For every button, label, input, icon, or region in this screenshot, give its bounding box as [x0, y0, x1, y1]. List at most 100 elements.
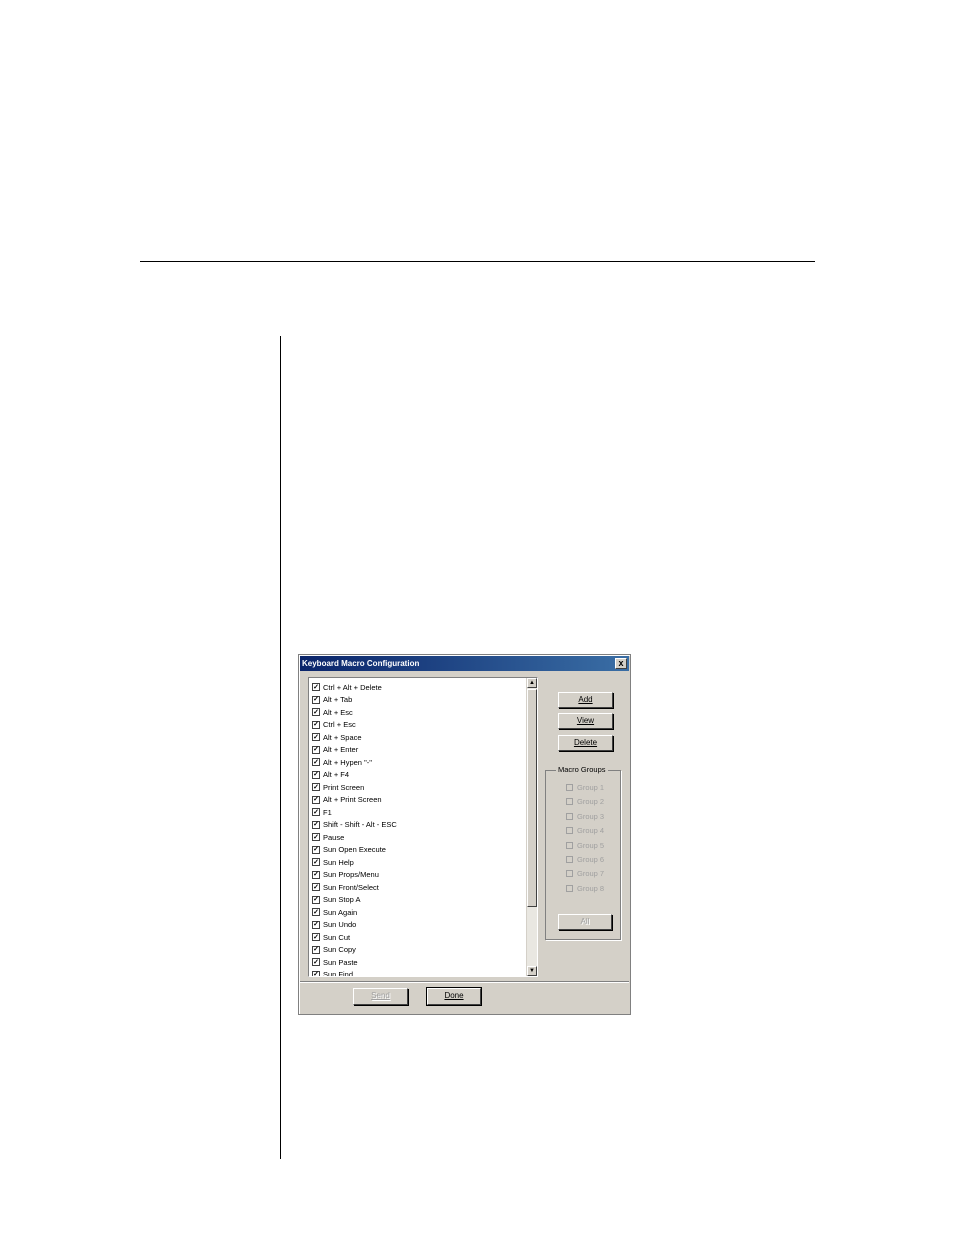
macro-checkbox[interactable]: ✓	[312, 808, 320, 817]
macro-group-item[interactable]: Group 3	[566, 812, 604, 821]
macro-label: Print Screen	[323, 782, 365, 792]
macro-checkbox[interactable]: ✓	[312, 883, 320, 892]
scroll-up-button[interactable]: ▲	[527, 678, 537, 688]
macro-group-checkbox[interactable]	[566, 856, 573, 863]
scroll-down-button[interactable]: ▼	[527, 966, 537, 976]
macro-group-checkbox[interactable]	[566, 841, 573, 849]
macro-list-item[interactable]: ✓ Sun Props/Menu	[312, 869, 523, 882]
macro-group-item[interactable]: Group 1	[566, 783, 604, 792]
macro-checkbox[interactable]: ✓	[312, 920, 320, 929]
macro-label: Sun Again	[323, 907, 358, 917]
macro-checkbox[interactable]: ✓	[312, 870, 320, 879]
macro-group-item[interactable]: Group 4	[566, 826, 604, 835]
macro-label: Sun Undo	[323, 920, 357, 930]
macro-checkbox[interactable]: ✓	[312, 795, 320, 804]
macro-list-item[interactable]: ✓ Sun Front/Select	[312, 881, 523, 894]
dialog-title: Keyboard Macro Configuration	[302, 659, 420, 668]
macro-list-item[interactable]: ✓ Alt + Enter	[312, 744, 523, 757]
macro-list-item[interactable]: ✓ Alt + F4	[312, 769, 523, 782]
macro-group-item[interactable]: Group 8	[566, 884, 604, 893]
macro-checkbox[interactable]: ✓	[312, 858, 320, 867]
macro-checkbox[interactable]: ✓	[312, 708, 320, 717]
macro-list-item[interactable]: ✓ Alt + Print Screen	[312, 794, 523, 807]
macro-list-item[interactable]: ✓ Pause	[312, 831, 523, 844]
macro-list-item[interactable]: ✓ Alt + Hypen "-"	[312, 756, 523, 769]
dialog-titlebar: Keyboard Macro Configuration x	[300, 656, 629, 671]
macro-checkbox[interactable]: ✓	[312, 695, 320, 704]
macro-group-checkbox[interactable]	[566, 884, 573, 892]
macro-checkbox[interactable]: ✓	[312, 933, 320, 942]
macro-list-item[interactable]: ✓ Alt + Esc	[312, 706, 523, 719]
macro-label: Sun Props/Menu	[323, 870, 379, 880]
macro-list-item[interactable]: ✓ Alt + Tab	[312, 694, 523, 707]
macro-group-item[interactable]: Group 5	[566, 841, 604, 850]
macro-list-item[interactable]: ✓ F1	[312, 806, 523, 819]
macro-group-label: Group 5	[577, 840, 605, 850]
macro-group-label: Group 7	[577, 869, 605, 879]
macro-list-item[interactable]: ✓ Ctrl + Esc	[312, 719, 523, 732]
macro-label: Alt + Enter	[323, 745, 359, 755]
macro-group-checkbox[interactable]	[566, 870, 573, 878]
macro-checkbox[interactable]: ✓	[312, 945, 320, 954]
macro-list[interactable]: ✓ Ctrl + Alt + Delete ✓ Alt + Tab ✓ Alt + Esc…	[308, 677, 538, 977]
macro-label: Sun Stop A	[323, 895, 361, 905]
macro-label: Sun Open Execute	[323, 845, 386, 855]
macro-groups-title: Macro Groups	[556, 765, 608, 774]
macro-group-item[interactable]: Group 7	[566, 869, 604, 878]
macro-list-item[interactable]: ✓ Sun Copy	[312, 944, 523, 957]
delete-button[interactable]: Delete	[558, 735, 613, 751]
macro-label: Alt + Hypen "-"	[323, 757, 372, 767]
macro-checkbox[interactable]: ✓	[312, 820, 320, 829]
macro-label: Ctrl + Alt + Delete	[323, 682, 382, 692]
macro-list-item[interactable]: ✓ Sun Undo	[312, 919, 523, 932]
macro-list-item[interactable]: ✓ Shift - Shift - Alt - ESC	[312, 819, 523, 832]
add-button-label: Add	[578, 695, 593, 704]
macro-checkbox[interactable]: ✓	[312, 783, 320, 792]
macro-checkbox[interactable]: ✓	[312, 833, 320, 842]
macro-group-checkbox[interactable]	[566, 798, 573, 806]
macro-list-item[interactable]: ✓ Sun Paste	[312, 956, 523, 969]
macro-list-item[interactable]: ✓ Sun Stop A	[312, 894, 523, 907]
macro-label: Sun Cut	[323, 932, 351, 942]
macro-checkbox[interactable]: ✓	[312, 683, 320, 692]
macro-checkbox[interactable]: ✓	[312, 845, 320, 854]
macro-checkbox[interactable]: ✓	[312, 908, 320, 917]
macro-group-checkbox[interactable]	[566, 784, 573, 791]
macro-group-label: Group 3	[577, 811, 605, 821]
send-button[interactable]: Send	[353, 988, 408, 1005]
macro-list-item[interactable]: ✓ Sun Again	[312, 906, 523, 919]
delete-button-label: Delete	[573, 738, 598, 747]
macro-checkbox[interactable]: ✓	[312, 770, 320, 779]
macro-list-item[interactable]: ✓ Sun Help	[312, 856, 523, 869]
macro-checkbox[interactable]: ✓	[312, 970, 320, 976]
macro-checkbox[interactable]: ✓	[312, 720, 320, 729]
all-button[interactable]: All	[558, 914, 612, 930]
macro-label: Pause	[323, 832, 345, 842]
macro-list-item[interactable]: ✓ Sun Cut	[312, 931, 523, 944]
macro-group-checkbox[interactable]	[566, 827, 573, 835]
add-button[interactable]: Add	[558, 692, 613, 708]
view-button[interactable]: View	[558, 713, 613, 729]
macro-list-item[interactable]: ✓ Sun Open Execute	[312, 844, 523, 857]
macro-label: Sun Front/Select	[323, 882, 379, 892]
macro-checkbox[interactable]: ✓	[312, 733, 320, 742]
macro-list-item[interactable]: ✓ Ctrl + Alt + Delete	[312, 681, 523, 694]
macro-label: Alt + Print Screen	[323, 795, 382, 805]
macro-list-item[interactable]: ✓ Print Screen	[312, 781, 523, 794]
macro-group-label: Group 6	[577, 855, 605, 864]
macro-checkbox[interactable]: ✓	[312, 958, 320, 967]
done-button[interactable]: Done	[426, 987, 482, 1006]
scroll-thumb[interactable]	[527, 689, 537, 907]
view-button-label: View	[576, 716, 595, 725]
macro-list-item[interactable]: ✓ Alt + Space	[312, 731, 523, 744]
close-button[interactable]: x	[615, 658, 627, 669]
macro-group-item[interactable]: Group 6	[566, 855, 604, 864]
footer-divider	[300, 981, 629, 982]
macro-list-scrollbar[interactable]: ▲ ▼	[526, 678, 537, 976]
macro-group-item[interactable]: Group 2	[566, 797, 604, 806]
macro-list-item[interactable]: ✓ Sun Find	[312, 969, 523, 976]
macro-checkbox[interactable]: ✓	[312, 895, 320, 904]
macro-checkbox[interactable]: ✓	[312, 745, 320, 754]
macro-group-checkbox[interactable]	[566, 812, 573, 820]
macro-checkbox[interactable]: ✓	[312, 758, 320, 767]
